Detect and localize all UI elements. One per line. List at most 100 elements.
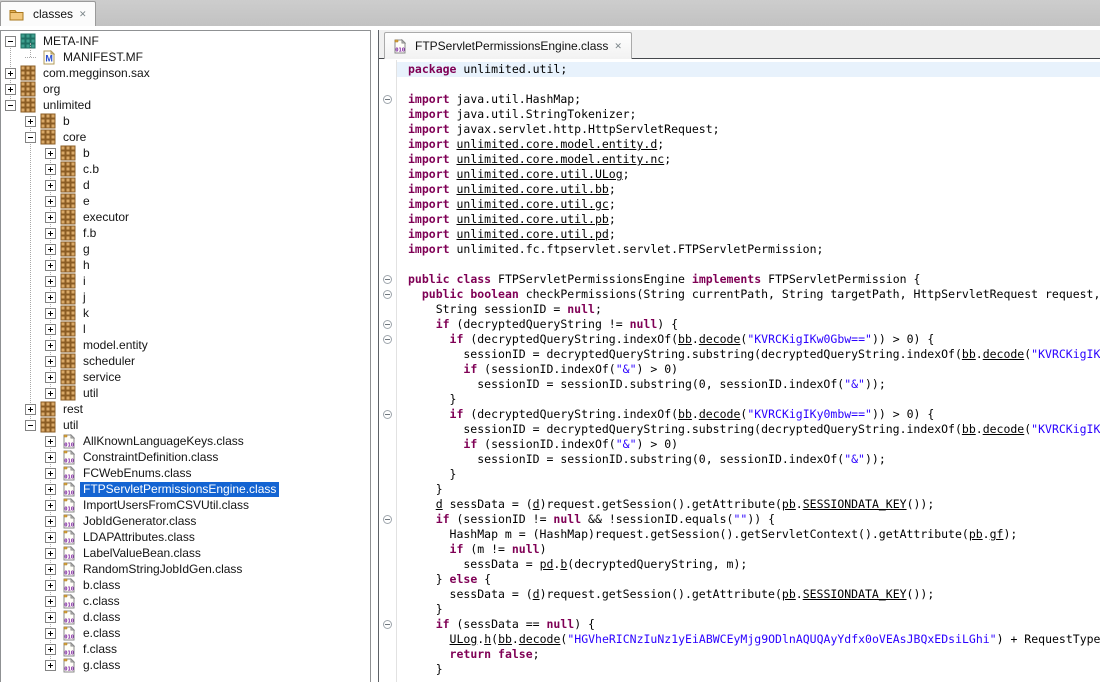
tree-item-label[interactable]: scheduler bbox=[80, 354, 138, 369]
tree-item-label-selected[interactable]: FTPServletPermissionsEngine.class bbox=[80, 482, 279, 497]
tree-item-label[interactable]: d.class bbox=[80, 610, 123, 625]
tree-item[interactable]: 010 ImportUsersFromCSVUtil.class bbox=[1, 497, 370, 513]
expand-plus-icon[interactable] bbox=[45, 500, 56, 511]
tree-item[interactable]: 010 JobIdGenerator.class bbox=[1, 513, 370, 529]
code-link[interactable]: decode bbox=[699, 407, 741, 421]
expand-plus-icon[interactable] bbox=[45, 516, 56, 527]
fold-collapse-icon[interactable] bbox=[383, 290, 392, 299]
expand-plus-icon[interactable] bbox=[45, 260, 56, 271]
tree-item-label[interactable]: util bbox=[80, 386, 101, 401]
expand-plus-icon[interactable] bbox=[5, 84, 16, 95]
tree-item[interactable]: 010 RandomStringJobIdGen.class bbox=[1, 561, 370, 577]
expand-plus-icon[interactable] bbox=[45, 356, 56, 367]
expand-plus-icon[interactable] bbox=[45, 628, 56, 639]
tree-item[interactable]: service bbox=[1, 369, 370, 385]
expand-plus-icon[interactable] bbox=[45, 340, 56, 351]
code-link[interactable]: unlimited.core.util.pd bbox=[456, 227, 608, 241]
tree-item[interactable]: org bbox=[1, 81, 370, 97]
code-link[interactable]: pb bbox=[782, 587, 796, 601]
tree-item-label[interactable]: LabelValueBean.class bbox=[80, 546, 204, 561]
tree-item[interactable]: com.megginson.sax bbox=[1, 65, 370, 81]
tree-item[interactable]: h bbox=[1, 257, 370, 273]
code-link[interactable]: SESSIONDATA_KEY bbox=[803, 587, 907, 601]
expand-plus-icon[interactable] bbox=[45, 468, 56, 479]
tree-item-label[interactable]: g.class bbox=[80, 658, 123, 673]
fold-collapse-icon[interactable] bbox=[383, 335, 392, 344]
code-link[interactable]: unlimited.core.util.gc bbox=[456, 197, 608, 211]
code-link[interactable]: unlimited.core.util.bb bbox=[456, 182, 608, 196]
code-link[interactable]: d bbox=[436, 497, 443, 511]
tree-item[interactable]: f.b bbox=[1, 225, 370, 241]
tree-item[interactable]: util bbox=[1, 417, 370, 433]
expand-plus-icon[interactable] bbox=[45, 484, 56, 495]
expand-plus-icon[interactable] bbox=[45, 660, 56, 671]
collapse-minus-icon[interactable] bbox=[5, 100, 16, 111]
tree-item[interactable]: scheduler bbox=[1, 353, 370, 369]
expand-plus-icon[interactable] bbox=[45, 532, 56, 543]
tree-item[interactable]: model.entity bbox=[1, 337, 370, 353]
expand-plus-icon[interactable] bbox=[5, 68, 16, 79]
code-link[interactable]: unlimited.core.util.ULog bbox=[456, 167, 622, 181]
fold-collapse-icon[interactable] bbox=[383, 515, 392, 524]
tree-item[interactable]: b bbox=[1, 145, 370, 161]
code-link[interactable]: d bbox=[533, 497, 540, 511]
tree-item[interactable]: 010 e.class bbox=[1, 625, 370, 641]
tree-item-label[interactable]: ConstraintDefinition.class bbox=[80, 450, 221, 465]
tree-item[interactable]: g bbox=[1, 241, 370, 257]
tree-item-label[interactable]: util bbox=[60, 418, 81, 433]
tree-item-label[interactable]: f.class bbox=[80, 642, 120, 657]
tree-item-label[interactable]: e.class bbox=[80, 626, 123, 641]
code-link[interactable]: pb bbox=[969, 527, 983, 541]
expand-plus-icon[interactable] bbox=[45, 292, 56, 303]
tree-item[interactable]: 010 g.class bbox=[1, 657, 370, 673]
collapse-minus-icon[interactable] bbox=[25, 420, 36, 431]
tree-item[interactable]: l bbox=[1, 321, 370, 337]
fold-collapse-icon[interactable] bbox=[383, 275, 392, 284]
expand-plus-icon[interactable] bbox=[45, 596, 56, 607]
fold-collapse-icon[interactable] bbox=[383, 620, 392, 629]
tree-item[interactable]: META-INF bbox=[1, 33, 370, 49]
tree-item[interactable]: 010 LDAPAttributes.class bbox=[1, 529, 370, 545]
expand-plus-icon[interactable] bbox=[45, 436, 56, 447]
expand-plus-icon[interactable] bbox=[45, 244, 56, 255]
tree-item-label[interactable]: b bbox=[80, 146, 93, 161]
expand-plus-icon[interactable] bbox=[45, 372, 56, 383]
tree-item-label[interactable]: model.entity bbox=[80, 338, 151, 353]
expand-plus-icon[interactable] bbox=[45, 228, 56, 239]
tree-item[interactable]: 010 FTPServletPermissionsEngine.class bbox=[1, 481, 370, 497]
code-link[interactable]: ULog bbox=[450, 632, 478, 646]
expand-plus-icon[interactable] bbox=[45, 580, 56, 591]
expand-plus-icon[interactable] bbox=[45, 212, 56, 223]
code-link[interactable]: bb bbox=[678, 332, 692, 346]
tree-item-label[interactable]: b.class bbox=[80, 578, 123, 593]
tree-item[interactable]: core bbox=[1, 129, 370, 145]
code-link[interactable]: pb bbox=[782, 497, 796, 511]
tree-item-label[interactable]: executor bbox=[80, 210, 132, 225]
tree-item-label[interactable]: core bbox=[60, 130, 89, 145]
tree-item-label[interactable]: c.class bbox=[80, 594, 123, 609]
close-icon[interactable]: ✕ bbox=[78, 9, 88, 20]
tree-item-label[interactable]: ImportUsersFromCSVUtil.class bbox=[80, 498, 252, 513]
code-link[interactable]: bb bbox=[498, 632, 512, 646]
tree-item-label[interactable]: rest bbox=[60, 402, 86, 417]
tree-item-label[interactable]: g bbox=[80, 242, 93, 257]
tree-item-label[interactable]: e bbox=[80, 194, 93, 209]
expand-plus-icon[interactable] bbox=[45, 644, 56, 655]
expand-plus-icon[interactable] bbox=[45, 148, 56, 159]
tree-item[interactable]: c.b bbox=[1, 161, 370, 177]
tree-item-label[interactable]: RandomStringJobIdGen.class bbox=[80, 562, 245, 577]
tree-item-label[interactable]: j bbox=[80, 290, 89, 305]
tree-item-label[interactable]: l bbox=[80, 322, 89, 337]
code-link[interactable]: unlimited.core.model.entity.d bbox=[456, 137, 657, 151]
expand-plus-icon[interactable] bbox=[45, 276, 56, 287]
tree-item-label[interactable]: com.megginson.sax bbox=[40, 66, 153, 81]
tree-item-label[interactable]: META-INF bbox=[40, 34, 102, 49]
code-link[interactable]: gf bbox=[990, 527, 1004, 541]
tree-item-label[interactable]: JobIdGenerator.class bbox=[80, 514, 199, 529]
code-link[interactable]: bb bbox=[678, 407, 692, 421]
fold-collapse-icon[interactable] bbox=[383, 410, 392, 419]
code-link[interactable]: unlimited.core.util.pb bbox=[456, 212, 608, 226]
expand-plus-icon[interactable] bbox=[45, 612, 56, 623]
tree-item[interactable]: 010 AllKnownLanguageKeys.class bbox=[1, 433, 370, 449]
expand-plus-icon[interactable] bbox=[25, 116, 36, 127]
